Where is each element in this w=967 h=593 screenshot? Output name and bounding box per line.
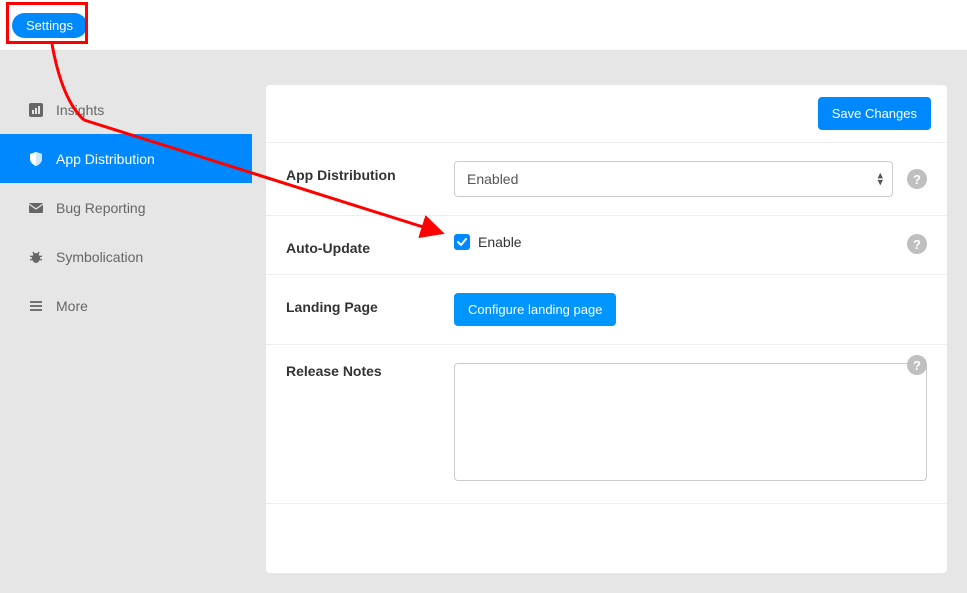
row-landing-page: Landing Page Configure landing page (266, 275, 947, 345)
label-landing-page: Landing Page (286, 293, 454, 315)
row-app-distribution: App Distribution Enabled ▴▾ ? (266, 143, 947, 216)
help-icon[interactable]: ? (907, 169, 927, 189)
menu-icon (28, 298, 44, 314)
auto-update-checkbox[interactable] (454, 234, 470, 250)
label-release-notes: Release Notes (286, 363, 454, 379)
help-icon[interactable]: ? (907, 234, 927, 254)
row-auto-update: Auto-Update Enable ? (266, 216, 947, 275)
content-area: Insights App Distribution Bug Reporting … (0, 51, 967, 593)
check-icon (457, 237, 467, 247)
save-changes-button[interactable]: Save Changes (818, 97, 931, 130)
app-distribution-select[interactable]: Enabled (454, 161, 893, 197)
help-icon[interactable]: ? (907, 355, 927, 375)
topbar: Settings (0, 0, 967, 51)
release-notes-textarea[interactable] (454, 363, 927, 481)
sidebar-item-bug-reporting[interactable]: Bug Reporting (0, 183, 252, 232)
shield-icon (28, 151, 44, 167)
sidebar-item-label: App Distribution (56, 151, 155, 167)
panel-footer (266, 503, 947, 573)
panel-header: Save Changes (266, 85, 947, 143)
sidebar-item-label: Symbolication (56, 249, 143, 265)
sidebar-item-insights[interactable]: Insights (0, 85, 252, 134)
settings-button[interactable]: Settings (12, 13, 87, 38)
sidebar-item-symbolication[interactable]: Symbolication (0, 232, 252, 281)
sidebar-item-app-distribution[interactable]: App Distribution (0, 134, 252, 183)
bar-chart-icon (28, 102, 44, 118)
sidebar-item-label: More (56, 298, 88, 314)
auto-update-checkbox-label: Enable (478, 234, 522, 250)
label-auto-update: Auto-Update (286, 234, 454, 256)
bug-icon (28, 249, 44, 265)
sidebar-item-label: Bug Reporting (56, 200, 146, 216)
configure-landing-page-button[interactable]: Configure landing page (454, 293, 616, 326)
sidebar: Insights App Distribution Bug Reporting … (0, 51, 252, 573)
label-app-distribution: App Distribution (286, 161, 454, 183)
sidebar-item-label: Insights (56, 102, 104, 118)
sidebar-item-more[interactable]: More (0, 281, 252, 330)
mail-icon (28, 200, 44, 216)
row-release-notes: Release Notes ? (266, 345, 947, 503)
main-panel: Save Changes App Distribution Enabled ▴▾… (266, 85, 947, 573)
